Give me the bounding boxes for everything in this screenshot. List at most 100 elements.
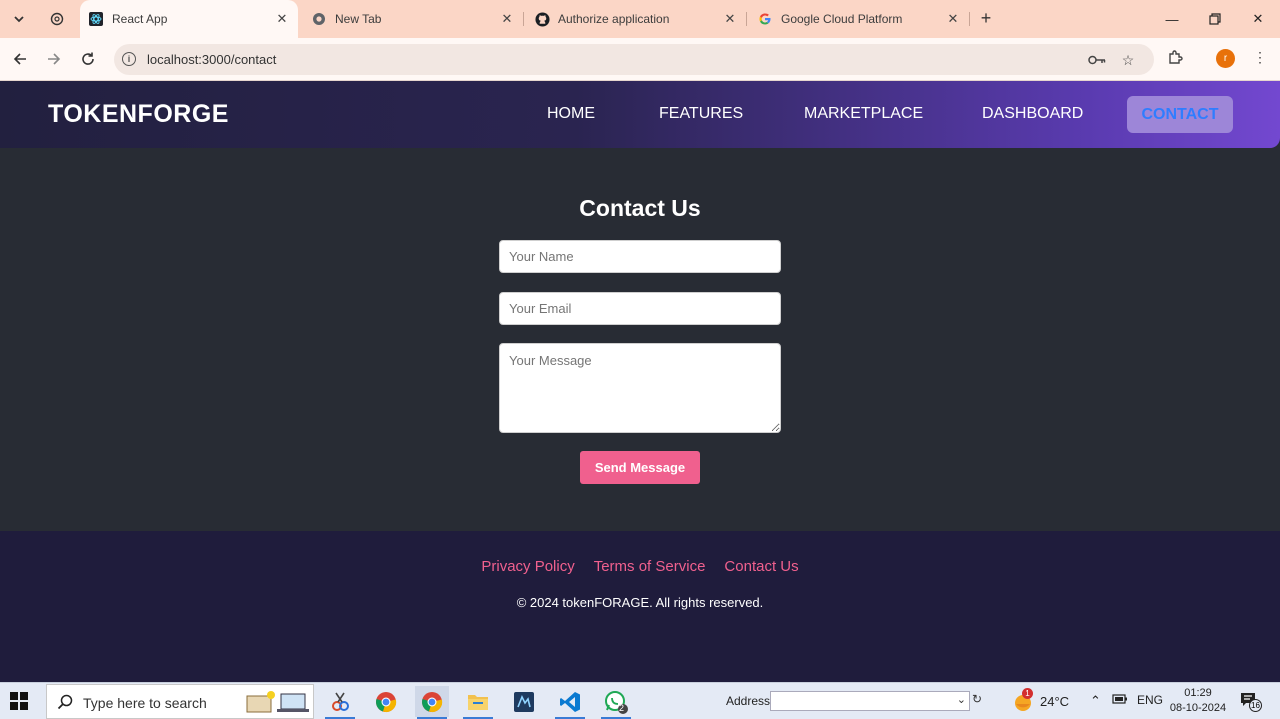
plus-icon: + — [980, 7, 992, 28]
taskbar-chrome-active[interactable] — [415, 686, 449, 719]
taskbar-chrome[interactable] — [369, 686, 403, 717]
extensions-icon[interactable] — [1166, 49, 1184, 65]
password-key-icon[interactable] — [1088, 52, 1106, 68]
taskbar-virtualbox[interactable] — [507, 686, 541, 717]
taskbar-search[interactable]: Type here to search — [46, 684, 314, 719]
close-icon[interactable]: ✕ — [722, 11, 738, 27]
nav-link-home[interactable]: HOME — [547, 105, 595, 123]
minimize-button[interactable]: — — [1160, 8, 1184, 30]
close-icon: ✕ — [1252, 11, 1264, 26]
nav-link-marketplace[interactable]: MARKETPLACE — [804, 105, 923, 123]
page-title: Contact Us — [579, 195, 701, 221]
site-info-icon[interactable]: i — [122, 52, 136, 66]
system-clock[interactable]: 01:29 08-10-2024 — [1168, 686, 1228, 716]
restore-icon — [1209, 13, 1221, 25]
tab-separator — [523, 12, 524, 26]
new-tab-button[interactable]: + — [976, 8, 996, 28]
message-field[interactable] — [499, 343, 781, 433]
nav-link-contact[interactable]: CONTACT — [1127, 96, 1233, 133]
nav-link-features[interactable]: FEATURES — [659, 105, 743, 123]
address-toolbar-input[interactable]: ⌄ — [770, 691, 970, 711]
address-toolbar-label: Address — [726, 694, 771, 708]
chevron-down-icon[interactable]: ⌄ — [957, 693, 966, 706]
contact-section: Contact Us Send Message — [0, 148, 1280, 531]
screen: React App ✕ New Tab ✕ Authorize applicat… — [0, 0, 1280, 719]
folder-icon — [468, 694, 488, 710]
weather-icon: 1 — [1012, 688, 1034, 712]
taskbar-whatsapp[interactable]: 2 — [599, 686, 633, 719]
address-bar[interactable]: i localhost:3000/contact ☆ — [114, 44, 1154, 75]
windows-taskbar: Type here to search 2 Address ⌄ ↻ 1 24°C… — [0, 682, 1280, 719]
close-icon[interactable]: ✕ — [945, 11, 961, 27]
footer-link-contact[interactable]: Contact Us — [724, 558, 798, 575]
reload-icon — [82, 52, 94, 65]
vscode-icon — [560, 691, 580, 712]
tab-title: React App — [112, 12, 168, 26]
bookmark-star-icon[interactable]: ☆ — [1119, 52, 1137, 68]
tab-authorize-application[interactable]: Authorize application ✕ — [534, 6, 738, 32]
browser-tab-strip: React App ✕ New Tab ✕ Authorize applicat… — [0, 0, 1280, 38]
arrow-right-icon — [48, 53, 61, 65]
profile-avatar[interactable]: r — [1216, 49, 1235, 68]
back-button[interactable] — [8, 47, 32, 71]
browser-toolbar: i localhost:3000/contact ☆ ⋮ — [0, 38, 1280, 81]
app-icon — [514, 691, 534, 712]
footer-link-privacy[interactable]: Privacy Policy — [481, 558, 574, 575]
chrome-icon — [376, 691, 397, 712]
nav-link-dashboard[interactable]: DASHBOARD — [982, 105, 1083, 123]
tab-title: New Tab — [335, 12, 382, 26]
tab-react-app[interactable]: React App ✕ — [80, 0, 298, 38]
footer-links: Privacy Policy Terms of Service Contact … — [0, 558, 1280, 575]
whatsapp-badge: 2 — [619, 703, 625, 713]
tab-new-tab[interactable]: New Tab ✕ — [311, 6, 515, 32]
tab-separator — [969, 12, 970, 26]
github-icon — [534, 11, 550, 27]
language-indicator[interactable]: ENG — [1137, 693, 1163, 707]
restore-button[interactable] — [1203, 8, 1227, 30]
chatgpt-icon — [50, 12, 64, 26]
taskbar-snipping-tool[interactable] — [323, 686, 357, 719]
react-icon — [88, 11, 104, 27]
url-text[interactable]: localhost:3000/contact — [147, 52, 276, 67]
taskbar-vscode[interactable] — [553, 686, 587, 719]
notification-center-icon[interactable]: 16 — [1240, 692, 1262, 712]
more-menu-icon[interactable]: ⋮ — [1251, 49, 1269, 65]
windows-logo-icon — [10, 692, 28, 710]
tab-title: Authorize application — [558, 12, 670, 26]
close-window-button[interactable]: ✕ — [1246, 8, 1270, 30]
chevron-up-icon[interactable]: ⌃ — [1090, 693, 1101, 709]
close-icon[interactable]: ✕ — [499, 11, 515, 27]
weather-temperature: 24°C — [1040, 693, 1070, 709]
tab-separator — [746, 12, 747, 26]
chrome-icon — [422, 691, 443, 712]
chevron-down-icon — [14, 16, 24, 23]
weather-widget[interactable]: 1 24°C — [1012, 688, 1070, 712]
email-field[interactable] — [499, 292, 781, 325]
taskbar-file-explorer[interactable] — [461, 686, 495, 719]
search-icon — [57, 694, 73, 710]
name-field[interactable] — [499, 240, 781, 273]
copyright-text: © 2024 tokenFORAGE. All rights reserved. — [516, 595, 764, 610]
footer-link-terms[interactable]: Terms of Service — [594, 558, 706, 575]
notification-count: 16 — [1249, 699, 1262, 712]
arrow-left-icon — [13, 53, 26, 65]
weather-badge: 1 — [1022, 688, 1033, 699]
battery-icon[interactable] — [1112, 693, 1128, 708]
send-message-button[interactable]: Send Message — [580, 451, 700, 484]
whatsapp-icon — [605, 690, 628, 714]
chrome-icon — [311, 11, 327, 27]
refresh-icon[interactable]: ↻ — [972, 692, 982, 706]
brand-logo[interactable]: TOKENFORGE — [48, 100, 229, 129]
pinned-tab-chatgpt[interactable] — [46, 8, 68, 30]
close-icon[interactable]: ✕ — [274, 11, 290, 27]
snipping-tool-icon — [332, 692, 349, 711]
app-navbar: TOKENFORGE HOME FEATURES MARKETPLACE DAS… — [0, 81, 1280, 148]
tab-search-button[interactable] — [8, 8, 30, 30]
google-icon — [757, 11, 773, 27]
forward-button[interactable] — [42, 47, 66, 71]
clock-time: 01:29 — [1184, 687, 1212, 699]
tab-google-cloud-platform[interactable]: Google Cloud Platform ✕ — [757, 6, 961, 32]
reload-button[interactable] — [76, 47, 100, 71]
start-button[interactable] — [10, 692, 30, 712]
footer: Privacy Policy Terms of Service Contact … — [0, 531, 1280, 682]
